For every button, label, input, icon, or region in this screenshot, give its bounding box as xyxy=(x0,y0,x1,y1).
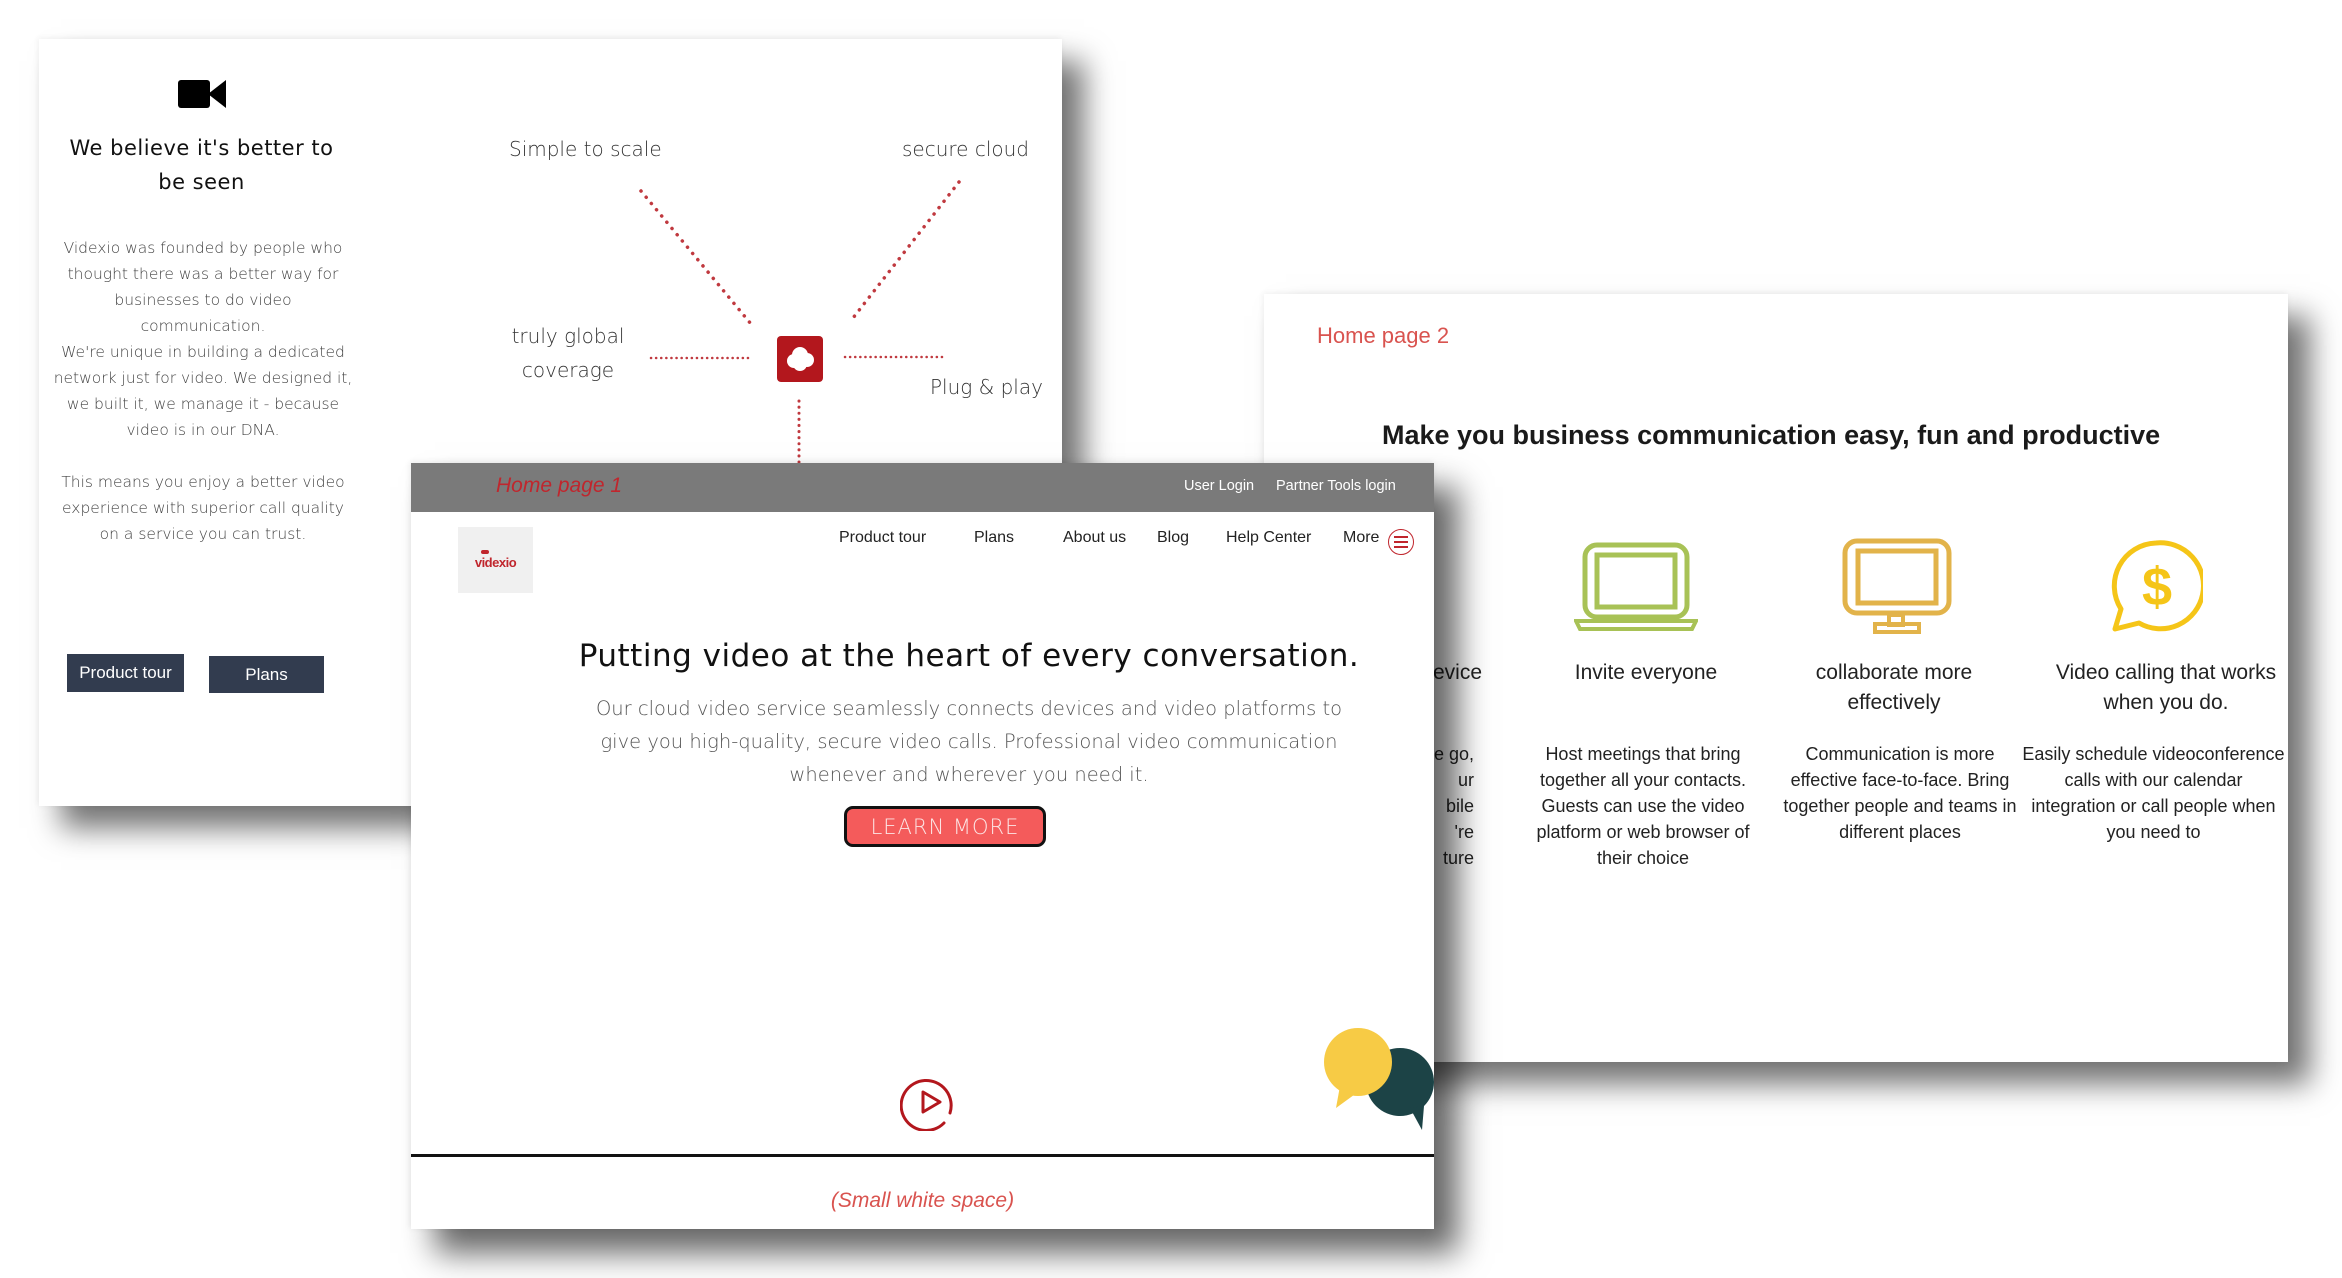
home-page-1-label: Home page 1 xyxy=(496,474,623,497)
nav-plans[interactable]: Plans xyxy=(974,529,1014,547)
partner-tools-login-link[interactable]: Partner Tools login xyxy=(1276,478,1396,494)
nav-blog[interactable]: Blog xyxy=(1157,529,1189,547)
nav-help-center[interactable]: Help Center xyxy=(1226,529,1311,547)
dollar-chat-icon: $ xyxy=(2111,540,2203,632)
logo-mark-icon xyxy=(480,550,489,554)
hero-subtitle: Our cloud video service seamlessly conne… xyxy=(595,697,1343,786)
label-global-coverage: truly global coverage xyxy=(511,324,625,382)
diagram-line-secure xyxy=(851,180,961,320)
product-tour-button[interactable]: Product tour xyxy=(67,654,184,692)
feature-description: Host meetings that bring together all yo… xyxy=(1536,744,1750,868)
about-paragraph: We're unique in building a dedicated net… xyxy=(53,343,353,439)
laptop-icon xyxy=(1574,542,1698,631)
play-circle-icon[interactable] xyxy=(900,1073,958,1131)
label-plug-and-play: Plug & play xyxy=(930,375,1043,399)
about-paragraph: Videxio was founded by people who though… xyxy=(63,239,343,335)
feature-title: Video calling that works when you do. xyxy=(2055,661,2277,714)
nav-product-tour[interactable]: Product tour xyxy=(839,529,926,547)
logo-text: videxio xyxy=(474,555,517,570)
home-page-2-label: Home page 2 xyxy=(1317,323,1450,348)
label-secure-cloud: secure cloud xyxy=(902,137,1030,161)
video-camera-icon xyxy=(178,80,226,108)
hamburger-menu-icon[interactable] xyxy=(1388,529,1414,555)
chat-bubbles-icon xyxy=(1324,1028,1434,1130)
label-simple-to-scale: Simple to scale xyxy=(509,137,662,161)
feature-description: Communication is more effective face-to-… xyxy=(1783,744,2017,842)
about-paragraph: This means you enjoy a better video expe… xyxy=(61,473,345,543)
hero-title: Putting video at the heart of every conv… xyxy=(578,638,1360,674)
about-title: We believe it's better to be seen xyxy=(69,136,334,194)
plans-button[interactable]: Plans xyxy=(209,656,324,693)
feature-description: Easily schedule videoconference calls wi… xyxy=(2022,744,2285,842)
feature-title: Invite everyone xyxy=(1574,661,1718,684)
user-login-link[interactable]: User Login xyxy=(1184,478,1254,494)
learn-more-button[interactable]: LEARN MORE xyxy=(844,806,1046,847)
nav-about-us[interactable]: About us xyxy=(1063,529,1126,547)
section-divider xyxy=(411,1154,1434,1157)
cloud-icon xyxy=(777,336,823,382)
diagram-line-simple xyxy=(639,189,753,326)
nav-more[interactable]: More xyxy=(1343,529,1379,547)
videxio-logo[interactable]: videxio xyxy=(458,527,533,593)
feature-title: collaborate more effectively xyxy=(1815,661,1973,714)
home2-headline: Make you business communication easy, fu… xyxy=(1382,420,2161,450)
svg-text:$: $ xyxy=(2142,557,2172,617)
monitor-icon xyxy=(1842,538,1952,634)
small-white-space-note: (Small white space) xyxy=(830,1189,1015,1212)
top-bar: Home page 1 User Login Partner Tools log… xyxy=(411,463,1434,512)
home-page-1-card: Home page 1 User Login Partner Tools log… xyxy=(411,463,1434,1229)
